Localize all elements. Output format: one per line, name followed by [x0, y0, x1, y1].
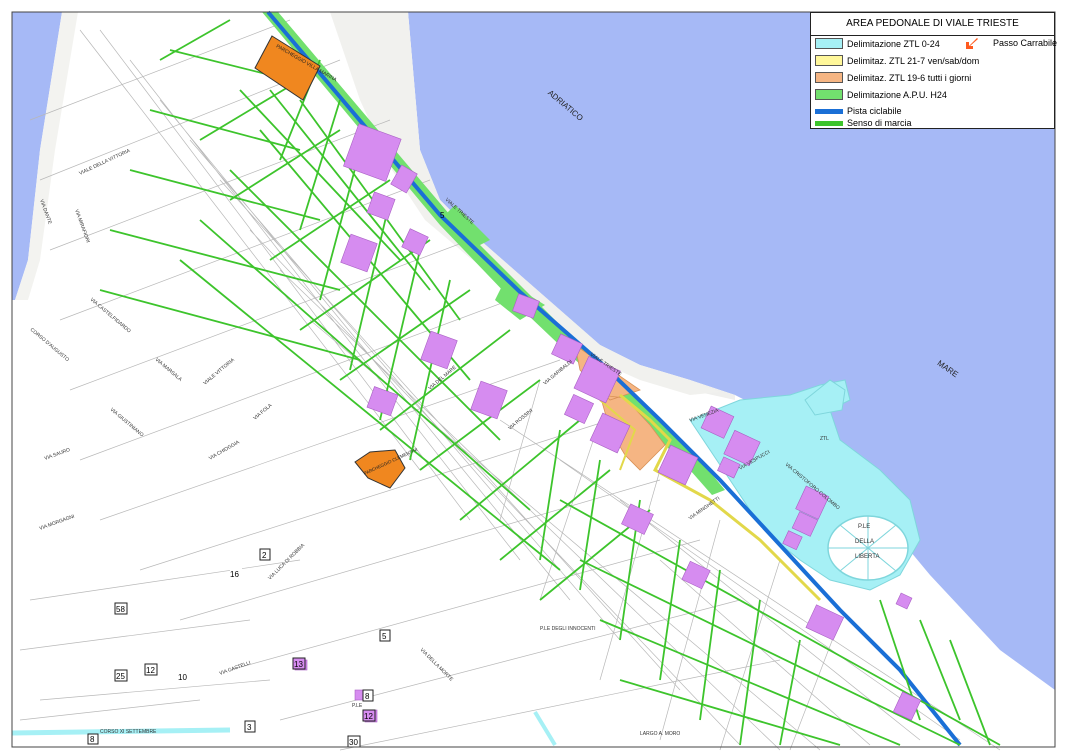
legend-swatch: [815, 109, 843, 114]
number-label: 5: [382, 632, 387, 641]
map-legend: AREA PEDONALE DI VIALE TRIESTE Delimitaz…: [810, 12, 1055, 129]
number-label: 5: [440, 211, 445, 220]
legend-label: Delimitaz. ZTL 19-6 tutti i giorni: [847, 73, 972, 83]
legend-swatch: [815, 121, 843, 126]
street-label: VIALE VITTORIA: [202, 357, 236, 387]
street-label: CORSO XI SETTEMBRE: [100, 729, 157, 735]
street-label: CORSO D'AUGUSTO: [29, 327, 70, 363]
number-label: 10: [178, 673, 187, 682]
legend-label: Delimitazione ZTL 0-24: [847, 39, 940, 49]
street-label: VIALE DELLA VITTORIA: [78, 148, 131, 177]
street-label: VIA FOLA: [252, 402, 273, 421]
legend-label: Senso di marcia: [847, 118, 912, 128]
street-label: VIA ROSSINI: [507, 408, 534, 432]
number-label: 8: [90, 735, 95, 744]
legend-swatch: [815, 38, 843, 49]
parking-clementini: PARCHEGGIO CLEMENTINI: [354, 447, 418, 489]
legend-label: Delimitaz. ZTL 21-7 ven/sab/dom: [847, 56, 980, 66]
legend-title: AREA PEDONALE DI VIALE TRIESTE: [811, 13, 1054, 36]
street-label: VIA MIRAFIORI: [73, 209, 91, 244]
number-label: 25: [116, 672, 125, 681]
legend-swatch: [815, 55, 843, 66]
street-label: VIA MINGHETTI: [688, 496, 721, 522]
legend-label: Delimitazione A.P.U. H24: [847, 90, 947, 100]
street-label: VIA DEL MARE: [427, 364, 458, 391]
street-label: VIA MORGAGNI: [39, 514, 76, 532]
passo-carrabile-arrow-icon: [966, 38, 978, 49]
street-label: VIA LUCA DI ROBBIA: [267, 542, 306, 581]
street-label: VIA MARSALA: [154, 357, 184, 383]
street-label: VIA GIUSTINIANO: [109, 407, 145, 438]
street-label: LARGO A. MORO: [640, 731, 680, 737]
number-label: 30: [349, 738, 358, 747]
number-label: 13: [294, 660, 303, 669]
passo-carrabile-label: Passo Carrabile: [993, 38, 1058, 48]
street-label: VIA CASTELLI: [219, 660, 252, 677]
street-label: VIA CHIOGGIA: [208, 439, 241, 462]
street-label: P.LE DEGLI INNOCENTI: [540, 626, 595, 632]
canal-strip: [533, 710, 557, 747]
number-label: 58: [116, 605, 125, 614]
street-label: VIA GARIBALDI: [542, 359, 573, 387]
street-label: VIA SAURO: [44, 447, 71, 462]
street-label: VIA DELLA MORTE: [419, 647, 455, 683]
piazza-label-2: DELLA: [855, 539, 874, 545]
number-label: 12: [364, 712, 373, 721]
number-label: 12: [146, 666, 155, 675]
legend-swatch: [815, 72, 843, 83]
pla-label: P.LE: [352, 703, 363, 709]
number-label: 2: [262, 551, 267, 560]
piazza-label-1: P.LE: [858, 524, 870, 530]
piazza-label-3: LIBERTA: [855, 554, 879, 560]
number-label: 3: [247, 723, 252, 732]
legend-swatch: [815, 89, 843, 100]
street-label: VIA CASTELFIDARDO: [89, 297, 132, 335]
ztl-label: ZTL: [820, 436, 829, 442]
number-label: 8: [365, 692, 370, 701]
number-label: 16: [230, 570, 239, 579]
